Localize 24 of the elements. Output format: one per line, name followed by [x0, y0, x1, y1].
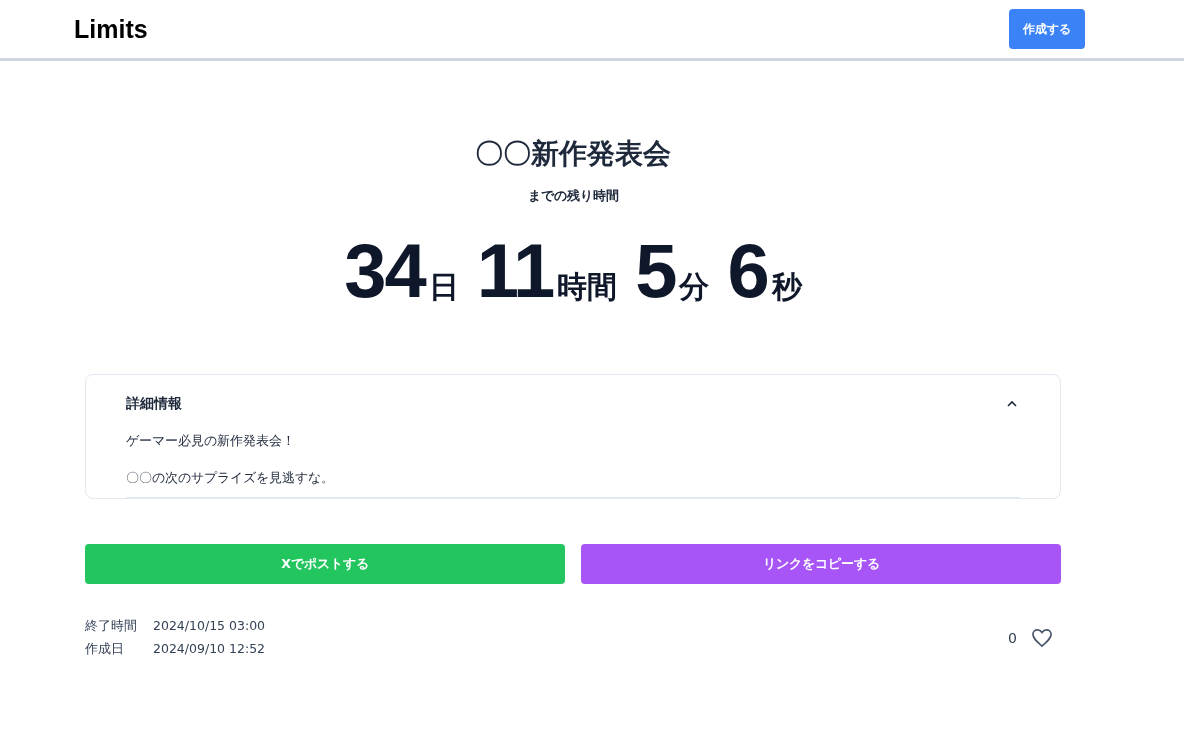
- countdown-value: 34: [344, 227, 425, 314]
- countdown-value: 11: [476, 227, 554, 314]
- event-title: 〇〇新作発表会: [474, 136, 672, 172]
- like-count: 0: [1008, 630, 1017, 646]
- details-text: 〇〇の次のサプライズを見逃すな。: [126, 470, 335, 487]
- countdown-unit: 秒: [771, 268, 802, 306]
- chevron-icon[interactable]: [1006, 400, 1018, 408]
- meta-label: 作成日: [85, 641, 125, 658]
- countdown-unit: 日: [428, 268, 459, 306]
- create-button[interactable]: 作成する: [1009, 9, 1085, 49]
- event-subtitle: までの残り時間: [526, 187, 620, 205]
- details-text: ゲーマー必見の新作発表会！: [126, 433, 296, 450]
- heart-icon[interactable]: [1031, 628, 1053, 648]
- meta-value: 2024/09/10 12:52: [153, 641, 266, 658]
- countdown-value: 6: [727, 227, 768, 314]
- countdown-value: 5: [635, 227, 676, 314]
- meta-label: 終了時間: [85, 618, 137, 635]
- app-logo[interactable]: Limits: [74, 14, 148, 44]
- details-title[interactable]: 詳細情報: [126, 395, 182, 413]
- countdown-unit: 分: [679, 268, 710, 306]
- countdown-unit: 時間: [557, 268, 618, 306]
- post-button[interactable]: Xでポストする: [85, 544, 565, 584]
- copy-link-button[interactable]: リンクをコピーする: [581, 544, 1061, 584]
- meta-value: 2024/10/15 03:00: [153, 618, 266, 635]
